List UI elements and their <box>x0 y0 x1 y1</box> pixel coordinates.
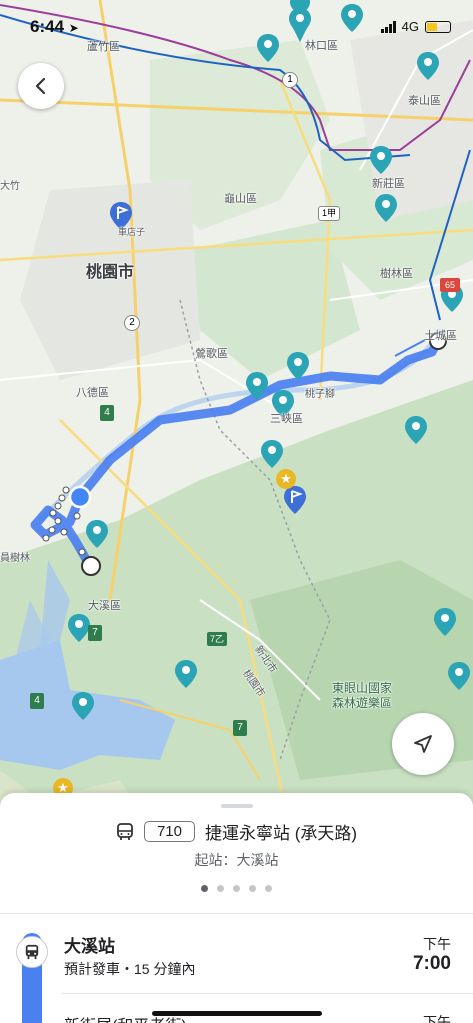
map-label-taozixiao: 桃子腳 <box>305 389 335 400</box>
status-time: 6:44 ➤ <box>30 17 79 36</box>
map-label-chediancun: 車店子 <box>118 228 146 238</box>
place-pin-icon[interactable] <box>261 440 283 468</box>
stop-name[interactable]: 大溪站 <box>64 932 115 957</box>
map-label-guishan: 龜山區 <box>224 192 257 205</box>
place-pin-icon[interactable] <box>86 520 108 548</box>
road-shield: 7 <box>88 625 102 641</box>
route-start-stop <box>81 556 101 576</box>
map-label-tucheng: 土城區 <box>424 329 457 342</box>
route-start-stop: 起站：大溪站 <box>194 852 279 868</box>
stop-time: 7:00 <box>412 953 451 974</box>
place-pin-icon[interactable] <box>434 608 456 636</box>
map-label-sanxia: 三峽區 <box>270 412 303 425</box>
star-pin-icon[interactable]: ★ <box>276 469 296 489</box>
place-pin-icon[interactable] <box>287 352 309 380</box>
road-shield: 4 <box>100 405 114 421</box>
route-bottom-sheet[interactable]: 710 捷運永寧站 (承天路) 起站：大溪站 大溪站 預計發車・15 分鐘內 下… <box>0 793 473 1023</box>
my-location-button[interactable] <box>392 713 454 775</box>
map-label-bade: 八德區 <box>76 386 109 399</box>
map-label-dongyan: 東眼山國家 森林遊樂區 <box>332 681 393 710</box>
back-button[interactable] <box>18 63 64 109</box>
battery-icon <box>425 20 451 33</box>
navigation-arrow-icon <box>414 735 432 753</box>
place-pin-icon[interactable] <box>246 372 268 400</box>
place-pin-icon[interactable] <box>375 194 397 222</box>
map-label-dayuan: 大竹 <box>0 181 20 192</box>
route-destination: 捷運永寧站 (承天路) <box>204 824 358 843</box>
stop-time-period: 下午 <box>423 1014 451 1023</box>
stop-departure-note: 預計發車・15 分鐘內 <box>64 961 196 977</box>
map-label-taishan: 泰山區 <box>408 94 441 107</box>
place-pin-icon[interactable] <box>68 614 90 642</box>
network-type: 4G <box>401 19 419 34</box>
route-header: 710 捷運永寧站 (承天路) <box>0 819 473 844</box>
road-shield: 1 <box>282 72 298 88</box>
place-pin-icon[interactable] <box>175 660 197 688</box>
map-canvas[interactable] <box>0 0 473 830</box>
route-number-badge: 710 <box>143 821 195 842</box>
page-indicator[interactable] <box>0 885 473 892</box>
location-arrow-icon: ➤ <box>68 21 79 35</box>
road-shield: 2 <box>124 315 140 331</box>
map[interactable]: ★ ★ 1 1甲 2 4 4 7 7乙 7 65 蘆竹區 林口區 泰山區 新莊區… <box>0 0 473 830</box>
page-dot[interactable] <box>201 885 208 892</box>
road-shield: 7 <box>233 720 247 736</box>
signal-icon <box>380 20 396 33</box>
map-label-longtan: 員樹林 <box>0 553 30 564</box>
place-pin-icon[interactable] <box>72 692 94 720</box>
map-label-xinzhuang: 新莊區 <box>372 177 405 190</box>
divider <box>0 913 473 914</box>
flag-pin-icon[interactable] <box>284 486 306 514</box>
page-dot[interactable] <box>233 885 240 892</box>
road-shield: 7乙 <box>207 632 227 646</box>
sheet-grabber[interactable] <box>221 804 253 808</box>
status-bar: 6:44 ➤ 4G <box>0 0 473 54</box>
stop-time-period: 下午 <box>423 936 451 952</box>
stop-bus-icon <box>16 936 48 968</box>
road-shield: 4 <box>30 693 44 709</box>
status-indicators: 4G <box>380 19 451 34</box>
bus-icon <box>117 822 133 840</box>
chevron-left-icon <box>35 77 46 95</box>
page-dot[interactable] <box>217 885 224 892</box>
place-pin-icon[interactable] <box>405 416 427 444</box>
current-location-dot <box>68 485 92 509</box>
road-shield: 1甲 <box>318 206 340 221</box>
place-pin-icon[interactable] <box>448 662 470 690</box>
divider <box>62 993 473 994</box>
page-dot[interactable] <box>249 885 256 892</box>
road-shield: 65 <box>440 278 460 292</box>
map-label-taoyuan-city: 桃園市 <box>86 262 135 281</box>
place-pin-icon[interactable] <box>370 146 392 174</box>
page-dot[interactable] <box>265 885 272 892</box>
place-pin-icon[interactable] <box>417 52 439 80</box>
map-label-yingge: 鶯歌區 <box>195 347 228 360</box>
home-indicator[interactable] <box>152 1011 322 1016</box>
map-label-shulin: 樹林區 <box>380 267 413 280</box>
map-label-daxi: 大溪區 <box>88 599 121 612</box>
